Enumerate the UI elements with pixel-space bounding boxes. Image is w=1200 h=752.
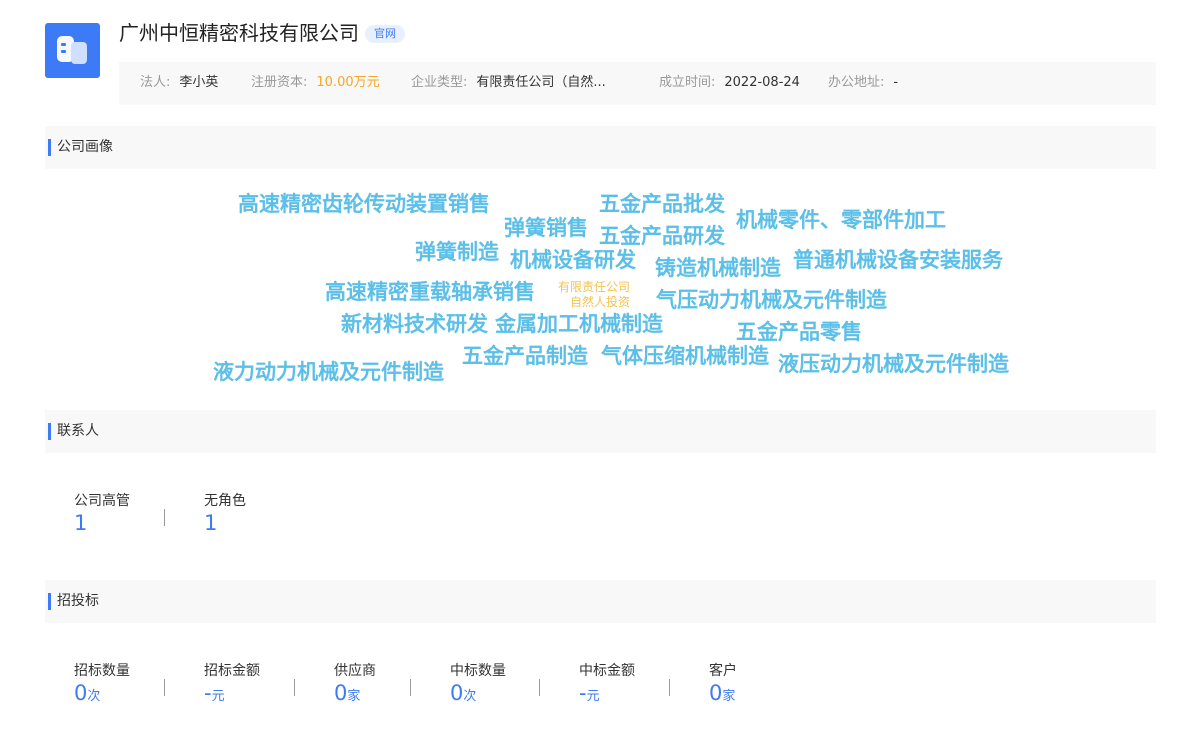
section-title: 联系人 — [57, 423, 99, 439]
section-title: 招投标 — [57, 593, 99, 609]
stat-value: 1 — [204, 511, 218, 535]
section-marker — [48, 139, 51, 156]
stat-divider — [164, 509, 165, 526]
legal-person-value[interactable]: 李小英 — [179, 75, 218, 90]
stat-number: 0 — [450, 681, 464, 705]
word-cloud: 高速精密齿轮传动装置销售 弹簧销售 五金产品批发 机械零件、零部件加工 五金产品… — [0, 170, 1200, 400]
stat-value: 0次 — [450, 683, 506, 704]
section-marker — [48, 423, 51, 440]
stat-divider — [669, 679, 670, 696]
word-cloud-term: 液力动力机械及元件制造 — [213, 360, 444, 384]
address-label: 办公地址: — [828, 75, 885, 90]
stat-divider — [164, 679, 165, 696]
section-title: 公司画像 — [57, 139, 113, 155]
established-date: 成立时间: 2022-08-24 — [659, 62, 800, 103]
section-company-portrait: 公司画像 — [45, 126, 1156, 169]
stat-label: 无角色 — [204, 493, 246, 509]
stat-unit: 次 — [87, 689, 101, 704]
bid-stat-award-amount[interactable]: 中标金额 -元 — [579, 664, 635, 704]
section-contacts: 联系人 — [45, 410, 1156, 453]
stat-number: 0 — [334, 681, 348, 705]
word-cloud-term: 五金产品零售 — [736, 320, 862, 344]
bid-stat-customers[interactable]: 客户 0家 — [709, 664, 737, 704]
stat-label: 客户 — [709, 663, 737, 679]
stat-label: 招标数量 — [74, 663, 130, 679]
stat-value: -元 — [579, 683, 635, 704]
word-cloud-term: 气压动力机械及元件制造 — [656, 288, 887, 312]
company-type: 企业类型: 有限责任公司（自然... — [411, 62, 606, 103]
address-value: - — [893, 75, 899, 90]
bid-stat-tender-count[interactable]: 招标数量 0次 — [74, 664, 130, 704]
section-bidding: 招投标 — [45, 580, 1156, 623]
word-cloud-term: 机械设备研发 — [510, 248, 636, 272]
section-marker — [48, 593, 51, 610]
logo-dot — [61, 43, 66, 46]
official-site-link[interactable]: 官网 — [365, 25, 405, 43]
word-cloud-term: 气体压缩机械制造 — [601, 344, 769, 368]
stat-label: 供应商 — [334, 663, 376, 679]
word-cloud-term: 高速精密齿轮传动装置销售 — [238, 192, 490, 216]
stat-number: - — [579, 681, 587, 705]
stat-divider — [410, 679, 411, 696]
stat-unit: 次 — [463, 689, 477, 704]
stat-value: 0家 — [709, 683, 737, 704]
word-cloud-term: 高速精密重载轴承销售 — [325, 280, 535, 304]
word-cloud-term: 五金产品制造 — [462, 344, 588, 368]
stat-divider — [539, 679, 540, 696]
stat-unit: 元 — [211, 689, 225, 704]
word-cloud-term: 五金产品研发 — [599, 224, 725, 248]
logo-dot — [61, 50, 66, 53]
company-type-value: 有限责任公司（自然... — [476, 75, 606, 90]
word-cloud-term: 弹簧制造 — [415, 240, 499, 264]
word-cloud-term: 弹簧销售 — [504, 216, 588, 240]
contact-stat-no-role[interactable]: 无角色 1 — [204, 494, 246, 534]
word-cloud-term: 金属加工机械制造 — [495, 312, 663, 336]
word-cloud-term: 液压动力机械及元件制造 — [778, 352, 1009, 376]
bid-stat-tender-amount[interactable]: 招标金额 -元 — [204, 664, 260, 704]
word-cloud-term: 有限责任公司 — [558, 280, 631, 294]
capital-label: 注册资本: — [251, 75, 308, 90]
stat-unit: 家 — [722, 689, 736, 704]
word-cloud-term: 机械零件、零部件加工 — [736, 208, 946, 232]
stat-value: 1 — [74, 511, 88, 535]
company-info-bar: 法人: 李小英 注册资本: 10.00万元 企业类型: 有限责任公司（自然... 成立… — [119, 62, 1156, 105]
company-name: 广州中恒精密科技有限公司 — [119, 21, 359, 45]
building-icon-secondary — [71, 42, 87, 64]
stat-number: 0 — [709, 681, 723, 705]
capital-value: 10.00万元 — [316, 75, 380, 90]
established-label: 成立时间: — [659, 75, 716, 90]
stat-label: 招标金额 — [204, 663, 260, 679]
bid-stat-award-count[interactable]: 中标数量 0次 — [450, 664, 506, 704]
company-logo — [45, 23, 100, 78]
office-address: 办公地址: - — [828, 62, 898, 103]
stat-unit: 元 — [586, 689, 600, 704]
word-cloud-term: 普通机械设备安装服务 — [793, 248, 1003, 272]
legal-person-label: 法人: — [140, 75, 171, 90]
legal-person: 法人: 李小英 — [140, 62, 218, 103]
word-cloud-term: 铸造机械制造 — [655, 256, 781, 280]
stat-label: 公司高管 — [74, 493, 130, 509]
word-cloud-term: 自然人投资 — [570, 295, 631, 309]
stat-label: 中标金额 — [579, 663, 635, 679]
stat-label: 中标数量 — [450, 663, 506, 679]
stat-value: 0家 — [334, 683, 376, 704]
stat-divider — [294, 679, 295, 696]
stat-number: - — [204, 681, 212, 705]
company-type-label: 企业类型: — [411, 75, 468, 90]
registered-capital: 注册资本: 10.00万元 — [251, 62, 380, 103]
word-cloud-term: 五金产品批发 — [599, 192, 725, 216]
established-value: 2022-08-24 — [724, 75, 800, 90]
bid-stat-suppliers[interactable]: 供应商 0家 — [334, 664, 376, 704]
contact-stat-executives[interactable]: 公司高管 1 — [74, 494, 130, 534]
stat-number: 0 — [74, 681, 88, 705]
word-cloud-term: 新材料技术研发 — [341, 312, 488, 336]
stat-value: -元 — [204, 683, 260, 704]
stat-value: 0次 — [74, 683, 130, 704]
stat-unit: 家 — [347, 689, 361, 704]
